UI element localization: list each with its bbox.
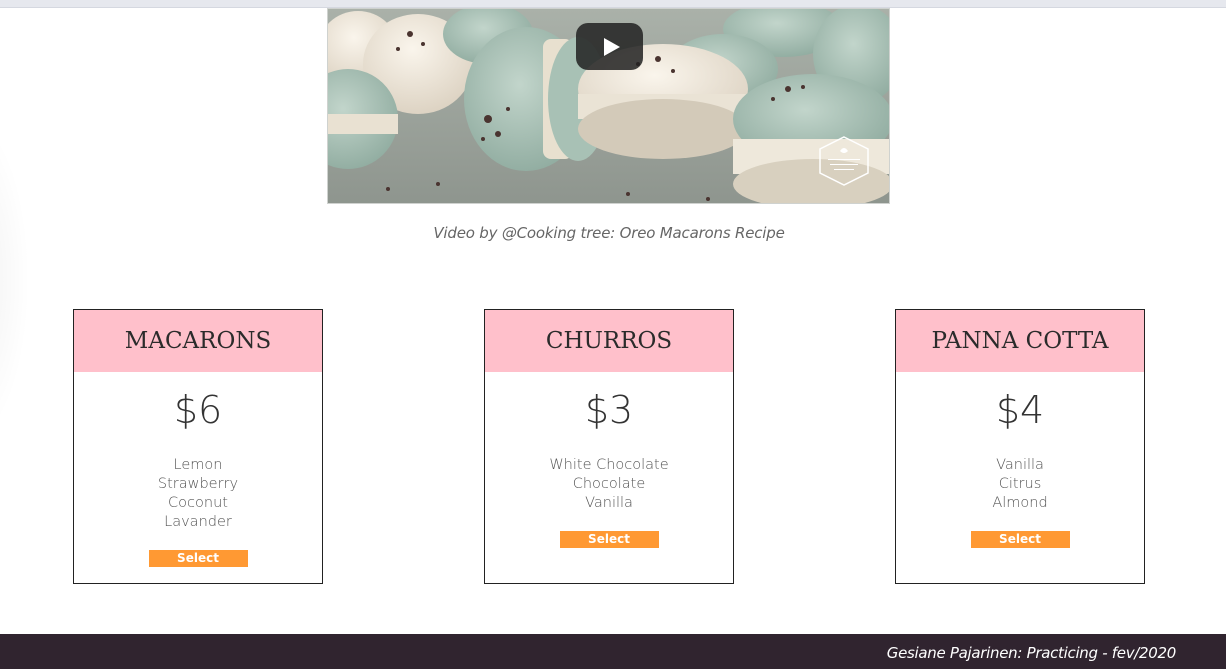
flavor-list: Vanilla Citrus Almond [896,456,1144,513]
flavor-list: Lemon Strawberry Coconut Lavander [74,456,322,532]
play-icon [603,37,620,56]
card-title: PANNA COTTA [896,310,1144,372]
channel-logo-icon[interactable] [816,135,872,187]
video-embed[interactable] [327,8,890,204]
play-button[interactable] [576,23,643,70]
flavor-list: White Chocolate Chocolate Vanilla [485,456,733,513]
pricing-card-panna-cotta: PANNA COTTA $4 Vanilla Citrus Almond Sel… [895,309,1145,584]
top-strip [0,0,1226,8]
select-button[interactable]: Select [559,531,659,548]
card-price: $4 [995,388,1045,432]
flavor-item: Vanilla [996,457,1044,473]
card-title: MACARONS [74,310,322,372]
pricing-card-churros: CHURROS $3 White Chocolate Chocolate Van… [484,309,734,584]
flavor-item: Citrus [998,476,1042,492]
flavor-item: Chocolate [572,476,646,492]
flavor-item: White Chocolate [549,457,669,473]
flavor-item: Lavander [164,514,232,530]
card-price: $3 [584,388,634,432]
select-button[interactable]: Select [970,531,1070,548]
select-button[interactable]: Select [148,550,248,567]
card-title: CHURROS [485,310,733,372]
footer: Gesiane Pajarinen: Practicing - fev/2020 [0,634,1226,669]
card-price: $6 [173,388,223,432]
flavor-item: Strawberry [157,476,239,492]
pricing-card-macarons: MACARONS $6 Lemon Strawberry Coconut Lav… [73,309,323,584]
flavor-item: Coconut [168,495,228,511]
footer-credit: Gesiane Pajarinen: Practicing - fev/2020 [886,644,1177,662]
video-caption: Video by @Cooking tree: Oreo Macarons Re… [433,224,785,242]
page: Video by @Cooking tree: Oreo Macarons Re… [0,0,1226,669]
side-panel-shadow [0,115,30,445]
flavor-item: Lemon [173,457,223,473]
flavor-item: Vanilla [585,495,633,511]
flavor-item: Almond [992,495,1048,511]
